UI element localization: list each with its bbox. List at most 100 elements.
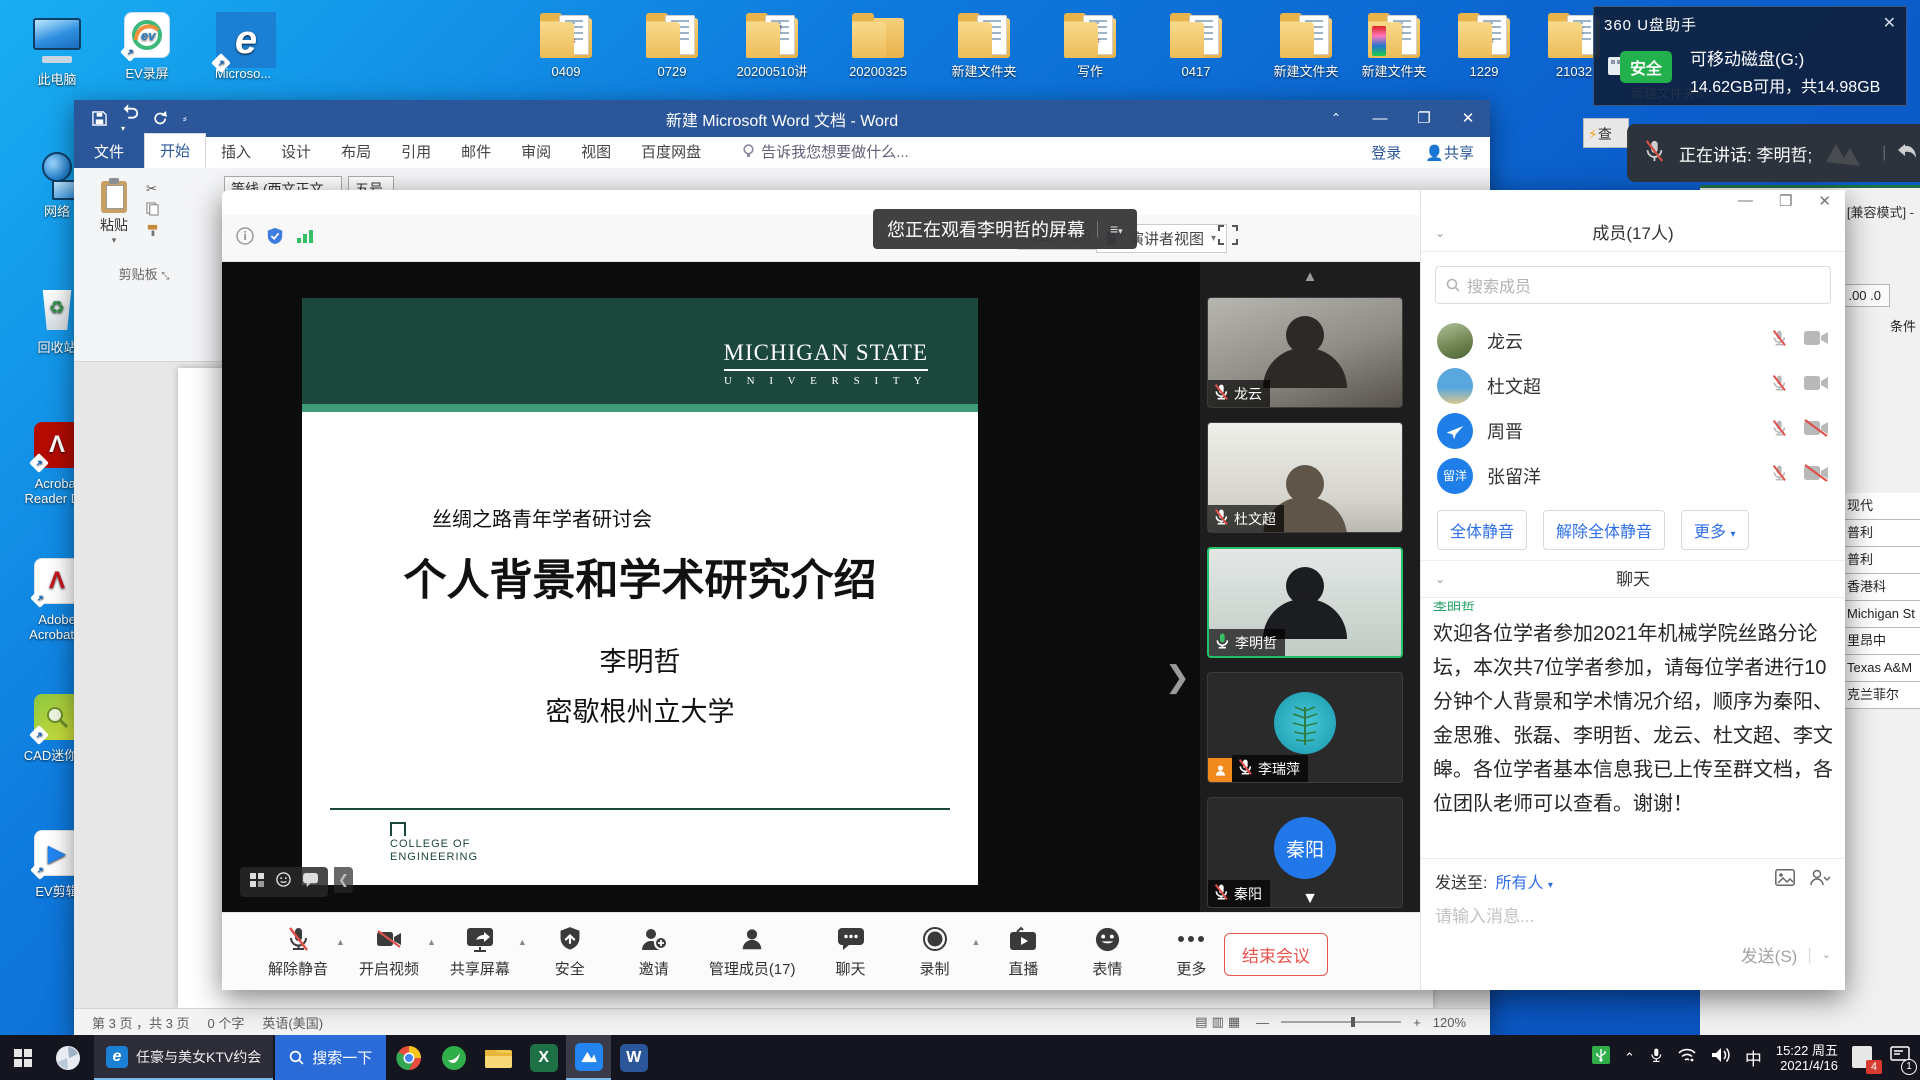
mute-all-button[interactable]: 全体静音 [1437, 510, 1527, 550]
more-button[interactable]: 更多 ▾ [1681, 510, 1749, 550]
desktop-folder-20200510讲[interactable]: W20200510讲 [724, 10, 820, 79]
taskbar-excel-icon[interactable]: X [521, 1035, 566, 1080]
zoom-out-button[interactable]: — [1256, 1015, 1269, 1030]
word-tab-视图[interactable]: 视图 [566, 135, 626, 168]
member-row[interactable]: 龙云 [1421, 318, 1845, 363]
word-tab-引用[interactable]: 引用 [386, 135, 446, 168]
ribbon-display-icon[interactable]: ⌃ [1314, 100, 1358, 137]
word-maximize-button[interactable]: ❐ [1402, 100, 1446, 137]
redo-icon[interactable] [153, 111, 169, 126]
format-painter-icon[interactable] [146, 222, 206, 244]
taskbar-green-app-icon[interactable] [431, 1035, 476, 1080]
member-row[interactable]: 周晋 [1421, 408, 1845, 453]
overlay-collapse-handle[interactable]: ❮ [334, 867, 353, 893]
paste-button[interactable]: 粘贴▾ [88, 176, 140, 258]
desktop-icon-pc[interactable]: 此电脑 [14, 14, 100, 87]
toolbar-shield-button[interactable]: 安全 [541, 924, 599, 979]
copy-icon[interactable] [146, 200, 206, 222]
word-signin-link[interactable]: 登录 [1371, 142, 1401, 163]
toolbar-emoji-button[interactable]: 表情 [1078, 924, 1136, 979]
collapse-chevron-icon[interactable]: ⌄ [1435, 215, 1445, 252]
zoom-in-button[interactable]: + [1413, 1015, 1421, 1030]
qat-customize-icon[interactable]: ⸗ [183, 113, 187, 125]
desktop-folder-0729[interactable]: 0729 [624, 10, 720, 79]
fullscreen-icon[interactable] [1218, 225, 1238, 250]
meeting-close-button[interactable]: ✕ [1818, 192, 1831, 210]
desktop-folder-0417[interactable]: 0417 [1148, 10, 1244, 79]
chat-section-header[interactable]: ⌄ 聊天 [1421, 561, 1845, 598]
word-tab-开始[interactable]: 开始 [144, 133, 206, 168]
chat-overlay-icon[interactable] [303, 873, 318, 892]
desktop-folder-0409[interactable]: ⟓PDF0409 [518, 10, 614, 79]
start-button[interactable] [0, 1035, 45, 1080]
meeting-maximize-button[interactable]: ❐ [1779, 192, 1792, 210]
zoom-level[interactable]: 120% [1433, 1015, 1466, 1030]
collapse-chevron-icon[interactable]: ⌄ [1435, 561, 1445, 598]
toolbar-mic-muted-button[interactable]: 解除静音 [268, 924, 328, 979]
toolbar-caret[interactable]: ▲ [972, 937, 981, 947]
restore-arrow-icon[interactable] [1896, 142, 1918, 165]
word-tab-插入[interactable]: 插入 [206, 135, 266, 168]
taskbar-word-icon[interactable]: W [611, 1035, 656, 1080]
security-shield-icon[interactable] [266, 227, 284, 250]
popup-close-icon[interactable]: ✕ [1883, 13, 1896, 33]
next-slide-arrow[interactable]: ❯ [1165, 660, 1190, 695]
word-tellme[interactable]: 告诉我您想要做什么... [742, 141, 909, 168]
toolbar-cam-off-button[interactable]: 开启视频 [359, 924, 419, 979]
video-tile-李瑞萍[interactable]: 李瑞萍 [1207, 672, 1403, 783]
network-quality-icon[interactable] [296, 228, 314, 249]
taskbar-explorer-icon[interactable] [476, 1035, 521, 1080]
word-count[interactable]: 0 个字 [208, 1013, 245, 1032]
page-indicator[interactable]: 第 3 页 ，共 3 页 [92, 1013, 190, 1032]
zoom-slider[interactable] [1281, 1021, 1401, 1023]
toolbar-chat-button[interactable]: 聊天 [822, 924, 880, 979]
tray-mic-icon[interactable] [1649, 1046, 1663, 1069]
taskbar-search-button[interactable]: 搜索一下 [275, 1035, 386, 1080]
word-tab-设计[interactable]: 设计 [266, 135, 326, 168]
send-to-selector[interactable]: 所有人 ▾ [1495, 869, 1553, 893]
member-row[interactable]: 杜文超 [1421, 363, 1845, 408]
toolbar-share-screen-button[interactable]: 共享屏幕 [450, 924, 510, 979]
toolbar-live-button[interactable]: 直播 [994, 924, 1052, 979]
action-center-icon[interactable]: 1 [1890, 1046, 1910, 1069]
tray-doc-badge[interactable]: 4 [1852, 1046, 1876, 1070]
word-close-button[interactable]: ✕ [1446, 100, 1490, 137]
undo-icon[interactable]: ▾ [121, 103, 139, 135]
mention-member-icon[interactable] [1809, 869, 1831, 891]
members-section-header[interactable]: ⌄ 成员(17人) [1421, 215, 1845, 252]
toolbar-members-button[interactable]: 管理成员(17) [709, 924, 796, 979]
ime-indicator[interactable]: 中 [1745, 1045, 1762, 1070]
word-share-button[interactable]: 👤共享 [1425, 142, 1474, 163]
word-tab-审阅[interactable]: 审阅 [506, 135, 566, 168]
desktop-icon-evlu[interactable]: evEV录屏 [104, 12, 190, 81]
volume-tray-icon[interactable] [1711, 1047, 1731, 1068]
chat-input[interactable]: 请输入消息... [1435, 902, 1534, 927]
word-minimize-button[interactable]: — [1358, 100, 1402, 137]
send-button[interactable]: 发送(S)|⌄ [1741, 942, 1831, 967]
info-icon[interactable] [236, 227, 254, 250]
desktop-folder-新建文件夹[interactable]: 新建文件夹 [936, 10, 1032, 79]
desktop-folder-写作[interactable]: ⟓PDF写作 [1042, 10, 1138, 79]
meeting-minimize-button[interactable]: — [1738, 192, 1753, 210]
member-search-input[interactable]: 搜索成员 [1435, 266, 1831, 304]
language-indicator[interactable]: 英语(美国) [262, 1013, 323, 1032]
member-row[interactable]: 留洋张留洋 [1421, 453, 1845, 498]
end-meeting-button[interactable]: 结束会议 [1224, 933, 1328, 976]
share-overlay-toolbar[interactable] [240, 867, 328, 897]
video-tile-龙云[interactable]: 龙云 [1207, 297, 1403, 408]
taskbar-chrome-icon[interactable] [386, 1035, 431, 1080]
scroll-down-arrow[interactable]: ▼ [1302, 890, 1318, 908]
desktop-icon-edge[interactable]: eMicroso... [200, 12, 286, 81]
desktop-folder-新建文件夹[interactable]: 🗄新建文件夹 [1346, 10, 1442, 79]
taskbar-window-ktv[interactable]: e 任豪与美女KTV约会 [94, 1035, 273, 1080]
360-browser-icon[interactable] [45, 1035, 90, 1080]
emoji-overlay-icon[interactable] [276, 872, 291, 892]
cut-button[interactable]: ✂ [146, 178, 206, 200]
taskbar-meeting-app-icon[interactable] [566, 1035, 611, 1080]
word-tab-文件[interactable]: 文件 [74, 135, 144, 168]
toolbar-caret[interactable]: ▲ [427, 937, 436, 947]
word-tab-百度网盘[interactable]: 百度网盘 [626, 135, 716, 168]
toolbar-record-button[interactable]: 录制 [906, 924, 964, 979]
image-attach-icon[interactable] [1775, 869, 1795, 891]
view-buttons[interactable]: ▤▥▦ [1195, 1014, 1244, 1030]
